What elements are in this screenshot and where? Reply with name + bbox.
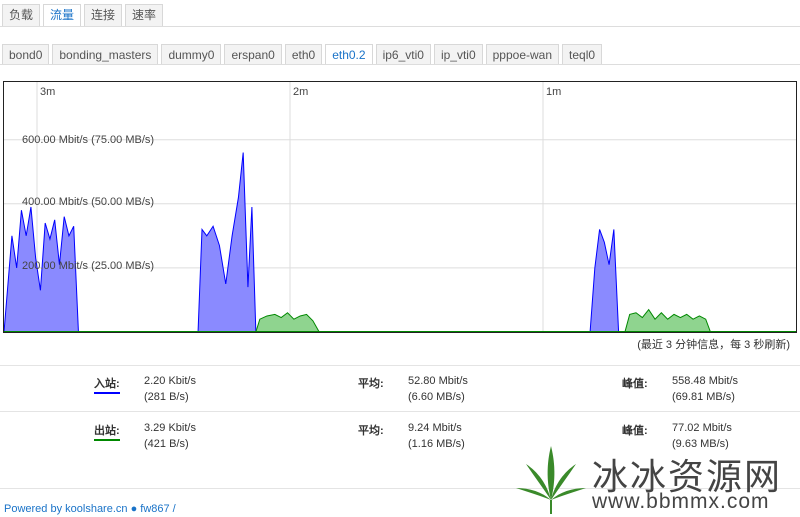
watermark-url: www.bbmmx.com bbox=[592, 490, 770, 513]
inbound-avg: 52.80 Mbit/s bbox=[408, 375, 468, 387]
y-label-400: 400.00 Mbit/s (50.00 MB/s) bbox=[22, 196, 154, 208]
inbound-area bbox=[589, 229, 620, 332]
inbound-current: 2.20 Kbit/s bbox=[144, 375, 196, 387]
outbound-peak: 77.02 Mbit/s bbox=[672, 422, 732, 434]
inbound-avg-bytes: (6.60 MB/s) bbox=[408, 391, 465, 403]
tab-load[interactable]: 负载 bbox=[2, 4, 41, 26]
tab-erspan0[interactable]: erspan0 bbox=[224, 44, 282, 65]
time-label-3m: 3m bbox=[40, 86, 55, 98]
time-label-2m: 2m bbox=[293, 86, 308, 98]
subtabs-divider bbox=[0, 64, 800, 65]
inbound-peak-bytes: (69.81 MB/s) bbox=[672, 391, 735, 403]
outbound-avg-bytes: (1.16 MB/s) bbox=[408, 438, 465, 450]
watermark: 冰冰资源网 www.bbmmx.com bbox=[512, 444, 800, 517]
tab-connections[interactable]: 连接 bbox=[84, 4, 123, 26]
divider bbox=[0, 365, 800, 366]
cannabis-leaf-icon bbox=[516, 446, 586, 514]
tab-ip6-vti0[interactable]: ip6_vti0 bbox=[375, 44, 431, 65]
tab-eth0-2[interactable]: eth0.2 bbox=[325, 44, 373, 65]
inbound-peak: 558.48 Mbit/s bbox=[672, 375, 739, 387]
main-tabs: 负载 流量 连接 速率 bbox=[2, 4, 164, 26]
inbound-current-bytes: (281 B/s) bbox=[144, 391, 189, 403]
tab-bonding-masters[interactable]: bonding_masters bbox=[52, 44, 159, 65]
tab-eth0[interactable]: eth0 bbox=[284, 44, 323, 65]
tabs-divider bbox=[0, 26, 800, 27]
traffic-chart-svg: 3m 2m 1m 600.00 Mbit/s (75.00 MB/s) 400.… bbox=[4, 82, 796, 332]
tab-teql0[interactable]: teql0 bbox=[562, 44, 603, 65]
inbound-avg-label: 平均: bbox=[358, 378, 384, 390]
outbound-area bbox=[624, 308, 711, 332]
outbound-current-bytes: (421 B/s) bbox=[144, 438, 189, 450]
footer-link[interactable]: Powered by koolshare.cn ● fw867 / bbox=[4, 503, 176, 515]
time-label-1m: 1m bbox=[546, 86, 561, 98]
tab-bond0[interactable]: bond0 bbox=[2, 44, 50, 65]
tab-traffic[interactable]: 流量 bbox=[43, 4, 82, 26]
divider bbox=[0, 411, 800, 412]
traffic-chart: 3m 2m 1m 600.00 Mbit/s (75.00 MB/s) 400.… bbox=[3, 81, 797, 333]
tab-pppoe-wan[interactable]: pppoe-wan bbox=[485, 44, 560, 65]
inbound-peak-label: 峰值: bbox=[622, 378, 648, 390]
outbound-area bbox=[255, 312, 320, 332]
chart-note: (最近 3 分钟信息，每 3 秒刷新) bbox=[637, 339, 790, 351]
tab-dummy0[interactable]: dummy0 bbox=[161, 44, 222, 65]
tab-ip-vti0[interactable]: ip_vti0 bbox=[433, 44, 483, 65]
y-label-600: 600.00 Mbit/s (75.00 MB/s) bbox=[22, 134, 154, 146]
inbound-label: 入站: bbox=[94, 375, 120, 394]
y-label-200: 200.00 Mbit/s (25.00 MB/s) bbox=[22, 260, 154, 272]
outbound-avg: 9.24 Mbit/s bbox=[408, 422, 462, 434]
outbound-peak-label: 峰值: bbox=[622, 425, 648, 437]
inbound-area bbox=[197, 152, 257, 332]
interface-tabs: bond0 bonding_masters dummy0 erspan0 eth… bbox=[2, 44, 603, 65]
outbound-avg-label: 平均: bbox=[358, 425, 384, 437]
tab-speed[interactable]: 速率 bbox=[125, 4, 164, 26]
outbound-current: 3.29 Kbit/s bbox=[144, 422, 196, 434]
outbound-label: 出站: bbox=[94, 422, 120, 441]
